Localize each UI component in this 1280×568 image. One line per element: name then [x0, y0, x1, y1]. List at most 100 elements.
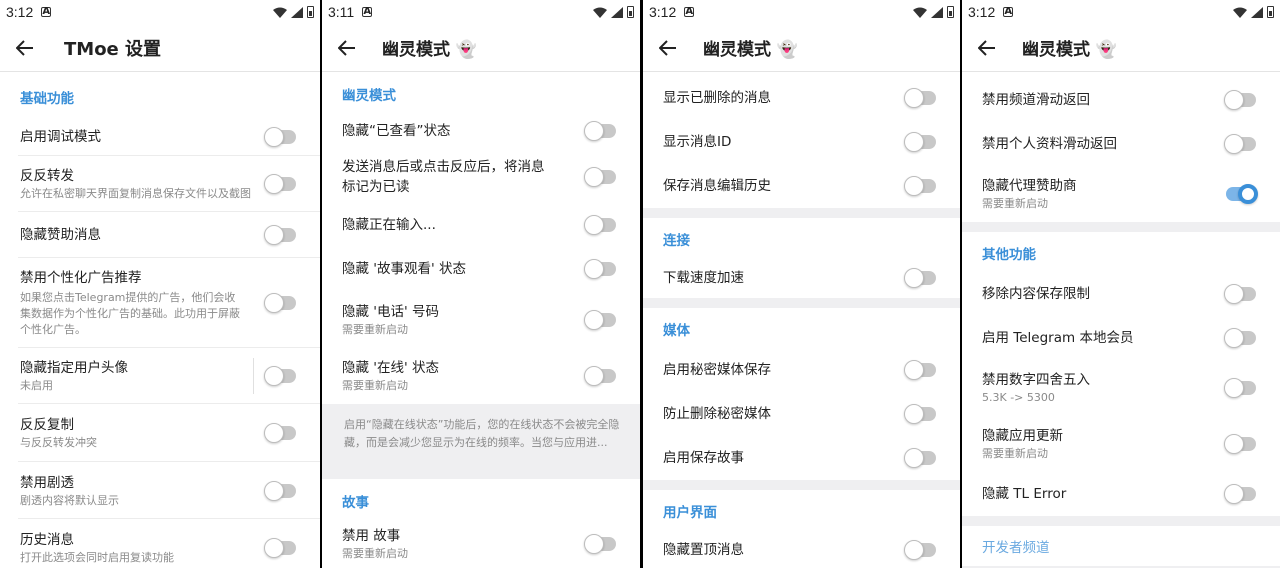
toggle-switch[interactable] [264, 127, 296, 147]
setting-description: 需要重新启动 [342, 323, 408, 336]
setting-row-secret-media-save[interactable]: 启用秘密媒体保存 [643, 348, 960, 392]
section-title-media: 媒体 [663, 323, 690, 339]
screen-ghost-mode-3: 3:12 A 幽灵模式 👻 禁用频道滑动返回 禁用个人资料滑动返回 隐藏代理赞助… [962, 0, 1280, 568]
status-bar: 3:12 A [0, 0, 320, 24]
setting-row-hide-typing[interactable]: 隐藏正在输入... [322, 204, 640, 246]
toggle-switch[interactable] [1224, 378, 1256, 398]
toggle-switch[interactable] [264, 174, 296, 194]
toggle-switch[interactable] [264, 537, 296, 558]
setting-label: 反反转发 [20, 168, 74, 184]
screen-ghost-mode-2: 3:12 A 幽灵模式 👻 显示已删除的消息 显示消息ID 保存消息编辑历史 连… [643, 0, 960, 568]
section-ghost-mode: 幽灵模式 隐藏“已查看”状态 发送消息后或点击反应后，将消息标记为已读 隐藏正在… [322, 72, 640, 404]
setting-label: 启用 Telegram 本地会员 [982, 330, 1134, 346]
setting-row-hide-phone[interactable]: 隐藏 '电话' 号码 需要重新启动 [322, 292, 640, 348]
toggle-switch[interactable] [904, 132, 936, 152]
setting-label: 禁用个性化广告推荐 [20, 270, 142, 286]
toggle-switch[interactable] [904, 88, 936, 108]
notification-a-icon: A [362, 6, 373, 17]
setting-row-save-stories[interactable]: 启用保存故事 [643, 436, 960, 480]
setting-row-hide-online[interactable]: 隐藏 '在线' 状态 需要重新启动 [322, 348, 640, 404]
setting-row-disable-spoiler[interactable]: 禁用剧透 剧透内容将默认显示 [0, 462, 320, 519]
setting-label: 反反复制 [20, 417, 74, 433]
setting-row-hide-app-update[interactable]: 隐藏应用更新 需要重新启动 [962, 416, 1280, 472]
toggle-switch[interactable] [904, 360, 936, 380]
toggle-switch[interactable] [904, 404, 936, 424]
toggle-switch[interactable] [584, 366, 616, 386]
section-ui: 用户界面 隐藏置顶消息 [643, 490, 960, 568]
toggle-switch[interactable] [264, 225, 296, 245]
battery-icon [307, 6, 314, 18]
setting-label: 显示消息ID [663, 134, 732, 150]
section-title-other: 其他功能 [982, 247, 1036, 263]
setting-row-show-deleted[interactable]: 显示已删除的消息 [643, 76, 960, 120]
setting-row-debug[interactable]: 启用调试模式 [0, 118, 320, 156]
back-arrow-icon[interactable] [657, 37, 679, 59]
toggle-switch[interactable] [1224, 434, 1256, 454]
setting-label: 启用调试模式 [20, 129, 101, 145]
setting-row-hide-pinned[interactable]: 隐藏置顶消息 [643, 530, 960, 568]
vertical-divider [253, 358, 254, 394]
back-arrow-icon[interactable] [14, 37, 36, 59]
setting-row-disable-rounding[interactable]: 禁用数字四舍五入 5.3K -> 5300 [962, 360, 1280, 416]
setting-label: 禁用个人资料滑动返回 [982, 136, 1117, 152]
toggle-switch[interactable] [904, 268, 936, 288]
toggle-switch[interactable] [584, 215, 616, 235]
setting-row-disable-stories[interactable]: 禁用 故事 需要重新启动 [322, 519, 640, 568]
toggle-switch[interactable] [1224, 134, 1256, 154]
toggle-switch[interactable] [1224, 484, 1256, 504]
section-title-stories: 故事 [342, 495, 369, 511]
setting-label: 启用保存故事 [663, 450, 744, 466]
status-time: 3:11 [328, 4, 355, 20]
setting-label: 下载速度加速 [663, 270, 744, 286]
setting-row-disable-profile-swipe[interactable]: 禁用个人资料滑动返回 [962, 122, 1280, 166]
setting-row-show-message-id[interactable]: 显示消息ID [643, 120, 960, 164]
setting-row-hide-user-avatar[interactable]: 隐藏指定用户头像 未启用 [0, 348, 320, 404]
setting-row-save-edit-history[interactable]: 保存消息编辑历史 [643, 164, 960, 208]
toggle-switch[interactable] [264, 366, 296, 386]
toggle-switch[interactable] [584, 534, 616, 554]
battery-icon [1267, 6, 1274, 18]
setting-label: 隐藏正在输入... [342, 217, 436, 233]
setting-row-prevent-delete-secret[interactable]: 防止删除秘密媒体 [643, 392, 960, 436]
setting-row-local-premium[interactable]: 启用 Telegram 本地会员 [962, 316, 1280, 360]
back-arrow-icon[interactable] [976, 37, 998, 59]
toggle-switch[interactable] [584, 310, 616, 330]
setting-label: 禁用剧透 [20, 474, 74, 491]
setting-row-hide-proxy-sponsor[interactable]: 隐藏代理赞助商 需要重新启动 [962, 166, 1280, 222]
setting-row-hide-seen[interactable]: 隐藏“已查看”状态 [322, 112, 640, 150]
setting-description: 需要重新启动 [982, 197, 1048, 210]
setting-row-hide-sponsored[interactable]: 隐藏赞助消息 [0, 212, 320, 258]
toggle-switch-on[interactable] [1226, 184, 1258, 204]
setting-row-anti-forward[interactable]: 反反转发 允许在私密聊天界面复制消息保存文件以及截图 [0, 156, 320, 212]
signal-icon [931, 6, 943, 18]
toggle-switch[interactable] [1224, 90, 1256, 110]
setting-row-hide-story-view[interactable]: 隐藏 '故事观看' 状态 [322, 246, 640, 292]
setting-row-hide-tl-error[interactable]: 隐藏 TL Error [962, 472, 1280, 516]
wifi-icon [1233, 7, 1247, 18]
setting-row-remove-save-restriction[interactable]: 移除内容保存限制 [962, 272, 1280, 316]
toggle-switch[interactable] [1224, 284, 1256, 304]
toggle-switch[interactable] [264, 480, 296, 501]
toggle-switch[interactable] [584, 167, 616, 187]
toggle-switch[interactable] [904, 540, 936, 560]
toggle-switch[interactable] [1224, 328, 1256, 348]
setting-row-disable-channel-swipe[interactable]: 禁用频道滑动返回 [962, 78, 1280, 122]
section-messages: 显示已删除的消息 显示消息ID 保存消息编辑历史 [643, 72, 960, 208]
toggle-switch[interactable] [904, 176, 936, 196]
toggle-switch[interactable] [264, 423, 296, 443]
setting-label: 隐藏指定用户头像 [20, 360, 128, 376]
status-bar: 3:12 A [962, 0, 1280, 24]
signal-icon [291, 6, 303, 18]
developer-channel-link[interactable]: 开发者频道 [962, 526, 1280, 566]
setting-row-history-messages[interactable]: 历史消息 打开此选项会同时启用复读功能 [0, 519, 320, 568]
setting-row-mark-read[interactable]: 发送消息后或点击反应后，将消息标记为已读 [322, 150, 640, 204]
setting-row-disable-personalized-ads[interactable]: 禁用个性化广告推荐 如果您点击Telegram提供的广告，他们会收集数据作为个性… [0, 258, 320, 348]
toggle-switch[interactable] [584, 121, 616, 141]
toggle-switch[interactable] [264, 293, 296, 313]
notification-a-icon: A [41, 6, 52, 17]
setting-row-anti-copy[interactable]: 反反复制 与反反转发冲突 [0, 404, 320, 462]
toggle-switch[interactable] [904, 448, 936, 468]
setting-row-download-boost[interactable]: 下载速度加速 [643, 258, 960, 298]
toggle-switch[interactable] [584, 259, 616, 279]
back-arrow-icon[interactable] [336, 37, 358, 59]
